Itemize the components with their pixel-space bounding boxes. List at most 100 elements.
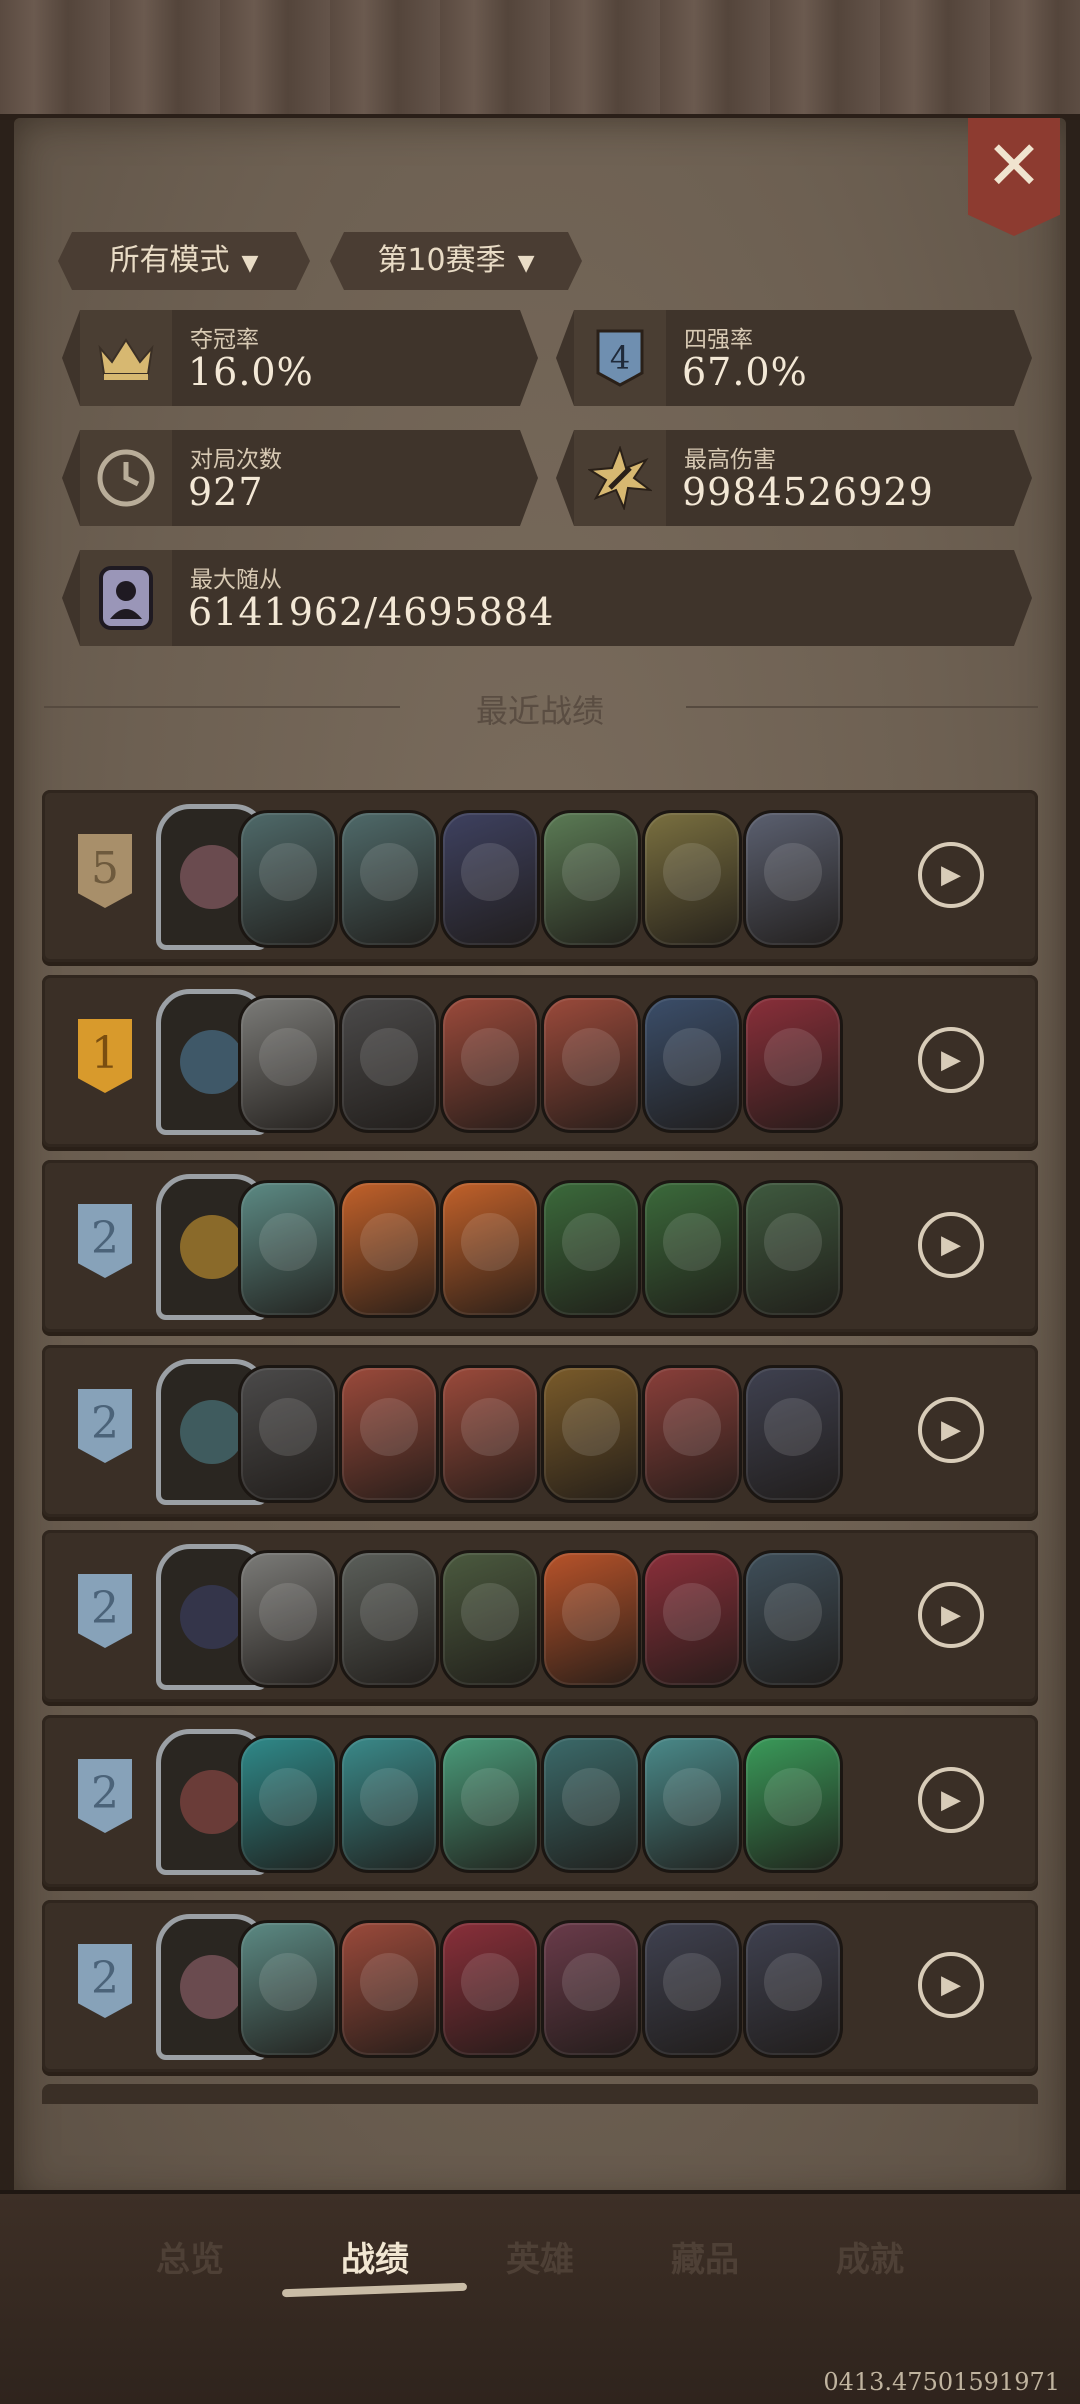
minion-card[interactable] [642,1180,742,1318]
minion-card[interactable] [339,1920,439,2058]
minion-art [259,843,317,901]
minion-card[interactable] [743,1550,843,1688]
tab-heroes[interactable]: 英雄 [470,2232,610,2281]
season-dropdown[interactable]: 第10赛季 ▼ [330,232,582,290]
minion-art [562,1028,620,1086]
minion-card[interactable] [339,1180,439,1318]
minion-card[interactable] [642,1920,742,2058]
minion-card[interactable] [440,1180,540,1318]
minion-card[interactable] [339,1365,439,1503]
minion-card[interactable] [541,995,641,1133]
minion-card[interactable] [238,1365,338,1503]
minion-art [663,843,721,901]
minion-card[interactable] [642,1735,742,1873]
stat-label: 最高伤害 [684,447,776,473]
match-row[interactable]: 2 ▶ [42,1160,1038,1332]
minion-card[interactable] [642,1365,742,1503]
replay-button[interactable]: ▶ [918,1212,984,1278]
close-icon: ✕ [985,127,1043,206]
minion-card[interactable] [541,1550,641,1688]
play-icon: ▶ [941,1230,961,1260]
minion-card[interactable] [440,995,540,1133]
minion-card[interactable] [238,1920,338,2058]
mode-dropdown-label: 所有模式 [109,243,230,278]
minion-card[interactable] [642,995,742,1133]
stat-max-minion: 最大随从 6141962/4695884 [62,550,1032,646]
minion-card[interactable] [339,995,439,1133]
minion-art [360,843,418,901]
minion-card[interactable] [238,1550,338,1688]
minion-card[interactable] [743,995,843,1133]
play-icon: ▶ [941,1785,961,1815]
minion-card[interactable] [440,1365,540,1503]
minion-card[interactable] [743,1365,843,1503]
hero-avatar [180,1400,244,1464]
minion-card[interactable] [743,1735,843,1873]
replay-button[interactable]: ▶ [918,1767,984,1833]
minion-art [562,1953,620,2011]
match-row[interactable]: 2 ▶ [42,1530,1038,1702]
portrait-card-icon [80,550,172,646]
mode-dropdown[interactable]: 所有模式 ▼ [58,232,310,290]
minion-art [764,1953,822,2011]
play-icon: ▶ [941,1415,961,1445]
minion-art [360,1953,418,2011]
minion-card[interactable] [339,1735,439,1873]
replay-button[interactable]: ▶ [918,1952,984,2018]
match-row[interactable]: 2 ▶ [42,1715,1038,1887]
minion-art [259,1398,317,1456]
minion-art [663,1583,721,1641]
match-row[interactable]: 2 ▶ [42,1345,1038,1517]
chevron-down-icon: ▼ [241,251,259,276]
replay-button[interactable]: ▶ [918,1397,984,1463]
minion-card[interactable] [238,810,338,948]
minion-card[interactable] [541,1365,641,1503]
minion-art [461,1768,519,1826]
minion-card[interactable] [743,1180,843,1318]
minion-card[interactable] [743,1920,843,2058]
minion-art [562,1398,620,1456]
hero-avatar [180,1770,244,1834]
minion-card[interactable] [440,1735,540,1873]
tab-records[interactable]: 战绩 [305,2232,445,2281]
match-row[interactable]: 1 ▶ [42,975,1038,1147]
minion-card[interactable] [238,1180,338,1318]
minion-card[interactable] [642,1550,742,1688]
minion-art [360,1213,418,1271]
minion-card[interactable] [440,1550,540,1688]
minion-art [259,1768,317,1826]
minion-card[interactable] [541,1735,641,1873]
minion-art [461,1953,519,2011]
tab-achievements[interactable]: 成就 [800,2232,940,2281]
minion-art [259,1028,317,1086]
hero-avatar [180,1030,244,1094]
minion-card[interactable] [238,995,338,1133]
play-icon: ▶ [941,1600,961,1630]
tab-overview[interactable]: 总览 [120,2232,260,2281]
minion-card[interactable] [642,810,742,948]
minion-card[interactable] [541,810,641,948]
minion-card[interactable] [339,810,439,948]
minion-card[interactable] [743,810,843,948]
minion-card[interactable] [541,1920,641,2058]
minion-card[interactable] [339,1550,439,1688]
stat-value: 927 [188,470,264,514]
minion-art [562,1583,620,1641]
replay-button[interactable]: ▶ [918,842,984,908]
minion-card[interactable] [440,1920,540,2058]
placement-badge: 5 [78,834,132,908]
play-icon: ▶ [941,1970,961,2000]
minion-card[interactable] [440,810,540,948]
top4-badge-icon: 4 [574,310,666,406]
replay-button[interactable]: ▶ [918,1582,984,1648]
minion-card[interactable] [541,1180,641,1318]
minion-art [764,1583,822,1641]
minion-art [461,1583,519,1641]
match-row[interactable]: 5 ▶ [42,790,1038,962]
match-row[interactable]: 2 ▶ [42,1900,1038,2072]
tab-collection[interactable]: 藏品 [635,2232,775,2281]
close-button[interactable]: ✕ [968,118,1060,236]
minion-art [259,1583,317,1641]
minion-card[interactable] [238,1735,338,1873]
replay-button[interactable]: ▶ [918,1027,984,1093]
